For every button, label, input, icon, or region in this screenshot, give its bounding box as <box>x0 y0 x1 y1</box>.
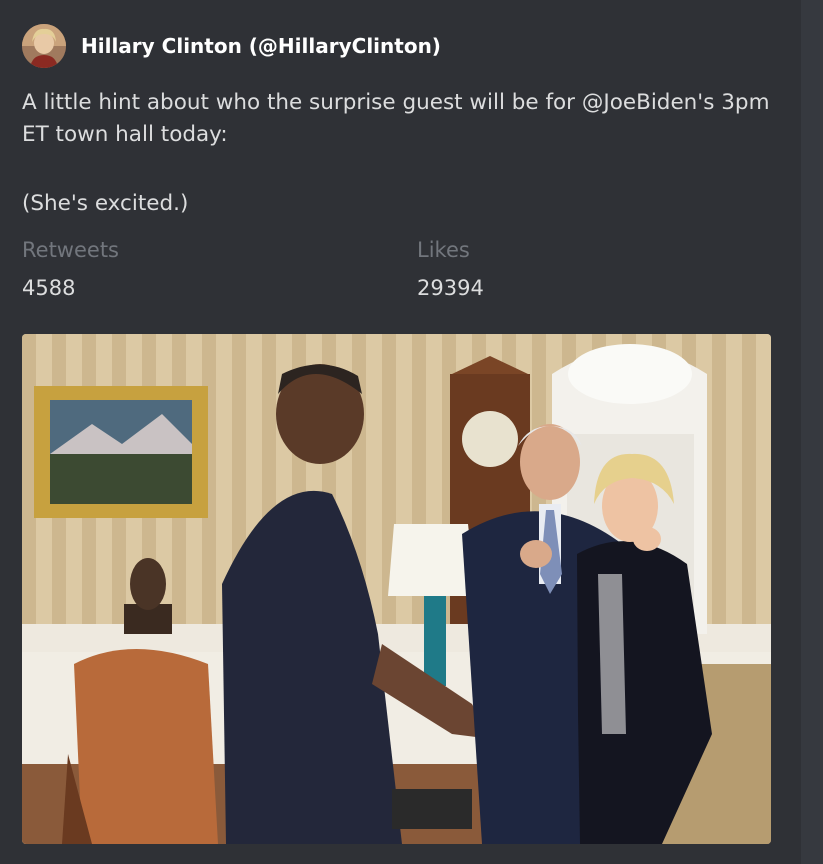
field-name: Likes <box>417 238 470 262</box>
scrollbar-track[interactable] <box>801 0 823 864</box>
description-line: (She's excited.) <box>22 191 189 216</box>
embed-description: A little hint about who the surprise gue… <box>22 87 782 220</box>
description-line: A little hint about who the surprise gue… <box>22 90 770 147</box>
discord-channel-view: Hillary Clinton (@HillaryClinton) A litt… <box>0 0 823 864</box>
tweet-embed: Hillary Clinton (@HillaryClinton) A litt… <box>0 0 801 864</box>
embed-author[interactable]: Hillary Clinton (@HillaryClinton) <box>22 24 441 68</box>
field-value: 4588 <box>22 276 76 300</box>
author-avatar-icon[interactable] <box>22 24 66 68</box>
field-retweets: Retweets 4588 <box>22 236 119 302</box>
field-likes: Likes 29394 <box>417 236 484 302</box>
embed-image[interactable] <box>22 334 771 844</box>
field-value: 29394 <box>417 276 484 300</box>
field-name: Retweets <box>22 238 119 262</box>
author-name[interactable]: Hillary Clinton (@HillaryClinton) <box>81 34 441 58</box>
embedded-photo-icon <box>22 334 771 844</box>
